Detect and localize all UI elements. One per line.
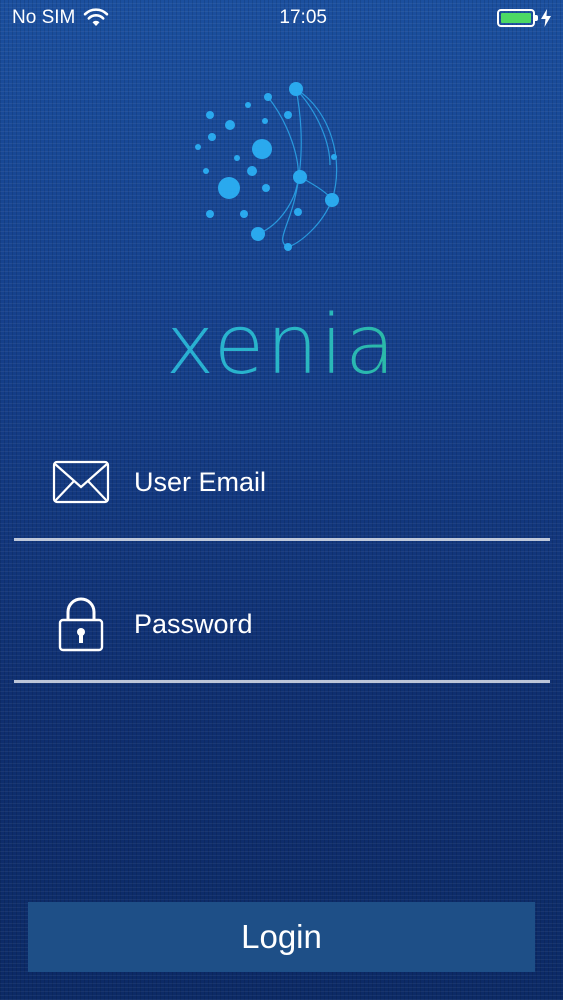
brand-logo-text: xenia	[0, 296, 563, 396]
email-input[interactable]	[134, 462, 534, 502]
login-button[interactable]: Login	[28, 902, 535, 972]
status-time: 17:05	[279, 7, 327, 28]
battery-icon	[497, 9, 538, 27]
password-input[interactable]	[134, 604, 534, 644]
carrier-label: No SIM	[12, 7, 76, 28]
envelope-icon	[52, 460, 110, 504]
battery-level-fill	[501, 13, 531, 23]
status-left: No SIM	[12, 7, 109, 29]
charging-bolt-icon	[541, 9, 551, 27]
status-bar: No SIM 17:05	[0, 0, 563, 36]
password-field[interactable]	[14, 597, 550, 683]
padlock-icon	[58, 597, 104, 652]
status-right	[497, 9, 551, 27]
wifi-icon	[84, 8, 109, 26]
network-sphere-icon	[195, 82, 339, 251]
email-field[interactable]	[14, 458, 550, 541]
